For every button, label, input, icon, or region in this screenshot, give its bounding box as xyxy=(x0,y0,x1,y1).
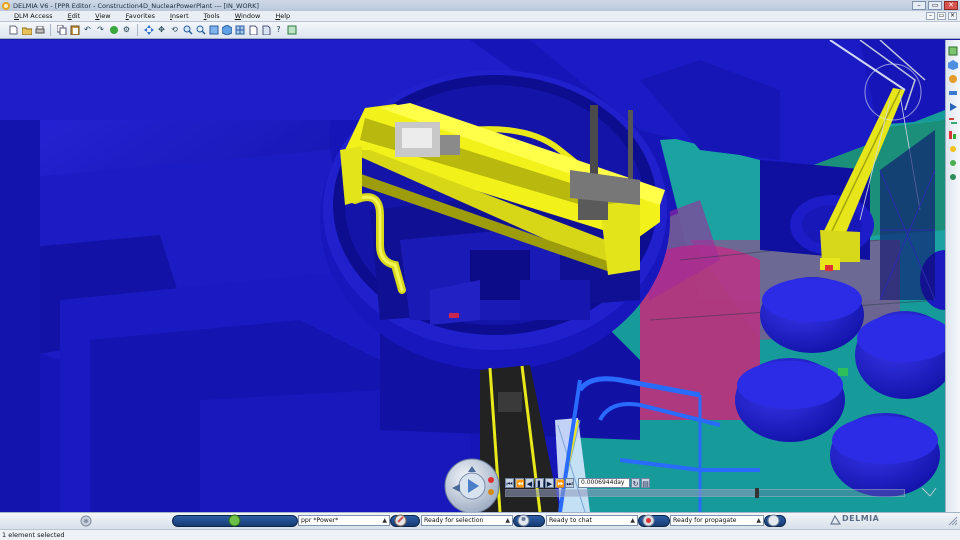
chat-icon xyxy=(517,514,530,527)
brand-label: DELMIA xyxy=(842,514,880,523)
menu-dlm-access[interactable]: DLM Access xyxy=(14,12,53,20)
play-backward-icon[interactable]: ◀ xyxy=(525,478,534,488)
timeline-thumb[interactable] xyxy=(754,488,759,498)
navigation-compass-widget[interactable] xyxy=(444,458,500,514)
zoom-in-icon[interactable] xyxy=(182,25,193,36)
selection-combo-value: Ready for selection xyxy=(424,517,484,524)
skip-to-end-icon[interactable]: ⏭ xyxy=(565,478,574,488)
standard-toolbar: ↶ ↷ ⚙ ✥ ⟲ ? xyxy=(0,22,960,39)
menu-view[interactable]: View xyxy=(95,12,110,20)
redo-icon[interactable]: ↷ xyxy=(95,25,106,36)
undo-icon[interactable]: ↶ xyxy=(82,25,93,36)
window-title: DELMIA V6 - [PPR Editor - Construction4D… xyxy=(13,1,259,10)
new-icon[interactable] xyxy=(8,25,19,36)
pause-icon[interactable]: ❚❚ xyxy=(535,478,548,488)
doc-minimize-button[interactable]: – xyxy=(926,12,935,20)
player-options-icon[interactable]: ▤ xyxy=(641,478,650,488)
status-text: 1 element selected xyxy=(2,531,65,539)
status-bar: 1 element selected xyxy=(0,529,960,540)
delmia-window: DELMIA V6 - [PPR Editor - Construction4D… xyxy=(0,0,960,540)
clash-icon[interactable] xyxy=(948,144,959,155)
step-back-icon[interactable]: ⏪ xyxy=(515,478,525,488)
zoom-out-icon[interactable] xyxy=(195,25,206,36)
hide-show-icon[interactable] xyxy=(247,25,258,36)
loop-icon[interactable]: ↻ xyxy=(631,478,640,488)
toolbar-separator xyxy=(137,24,138,36)
simulation-time-field[interactable]: 0.0006944day xyxy=(578,478,630,488)
delmia-app-icon xyxy=(2,1,10,10)
settings-icon[interactable]: ⚙ xyxy=(121,25,132,36)
document-window-controls: – ▭ × xyxy=(926,12,957,20)
ppr-globe-icon xyxy=(228,514,241,527)
compass-small-icon[interactable] xyxy=(80,515,92,527)
minimize-button[interactable]: – xyxy=(912,1,926,10)
menu-window[interactable]: Window xyxy=(235,12,261,20)
title-bar: DELMIA V6 - [PPR Editor - Construction4D… xyxy=(0,0,960,11)
copy-icon[interactable] xyxy=(56,25,67,36)
play-forward-icon[interactable]: ▶ xyxy=(545,478,554,488)
selection-icon xyxy=(394,514,407,527)
ppr-tree-icon[interactable] xyxy=(948,46,959,57)
propagate-combo-value: Ready for propagate xyxy=(673,517,737,524)
right-toolbar xyxy=(945,40,960,512)
print-icon[interactable] xyxy=(34,25,45,36)
skip-to-start-icon[interactable]: ⏮ xyxy=(505,478,514,488)
simulation-icon[interactable] xyxy=(948,102,959,113)
chat-combo-value: Ready to chat xyxy=(549,517,592,524)
ppr-combo[interactable]: ppr *Power* ▲ xyxy=(298,515,390,526)
measure-icon[interactable] xyxy=(286,25,297,36)
menu-edit[interactable]: Edit xyxy=(68,12,81,20)
rotate-icon[interactable]: ⟲ xyxy=(169,25,180,36)
toolbar-separator xyxy=(50,24,51,36)
doc-close-button[interactable]: × xyxy=(948,12,957,20)
simulation-timeline-slider[interactable] xyxy=(505,488,905,498)
check-icon[interactable] xyxy=(948,158,959,169)
chevron-up-icon: ▲ xyxy=(505,517,510,524)
link-icon[interactable] xyxy=(948,172,959,183)
resize-grip-icon[interactable] xyxy=(948,516,958,526)
close-button[interactable]: ✕ xyxy=(944,1,958,10)
chat-combo[interactable]: Ready to chat ▲ xyxy=(546,515,638,526)
refresh-icon[interactable] xyxy=(108,25,119,36)
timeline-progress xyxy=(506,490,757,496)
paste-icon[interactable] xyxy=(69,25,80,36)
resource-icon[interactable] xyxy=(948,74,959,85)
propagate-icon xyxy=(642,514,655,527)
delmia-logo-icon xyxy=(830,515,841,525)
analysis-icon[interactable] xyxy=(948,130,959,141)
product-icon[interactable] xyxy=(948,60,959,71)
ppr-combo-value: ppr *Power* xyxy=(301,517,339,524)
menu-tools[interactable]: Tools xyxy=(204,12,220,20)
plant-3d-scene xyxy=(0,40,945,512)
menu-help[interactable]: Help xyxy=(275,12,290,20)
propagate-combo[interactable]: Ready for propagate ▲ xyxy=(670,515,764,526)
chevron-up-icon: ▲ xyxy=(630,517,635,524)
iso-view-icon[interactable] xyxy=(221,25,232,36)
chevron-up-icon: ▲ xyxy=(382,517,387,524)
simulation-player: ⏮ ⏪ ◀ ❚❚ ▶ ⏩ ⏭ 0.0006944day ↻ ▤ xyxy=(505,477,650,489)
open-icon[interactable] xyxy=(21,25,32,36)
3d-viewport[interactable] xyxy=(0,40,945,512)
chevron-up-icon: ▲ xyxy=(756,517,761,524)
end-icon[interactable] xyxy=(767,514,780,527)
step-forward-icon[interactable]: ⏩ xyxy=(555,478,565,488)
window-controls: – ▭ ✕ xyxy=(912,1,958,10)
swap-visible-icon[interactable] xyxy=(260,25,271,36)
pan-icon[interactable]: ✥ xyxy=(156,25,167,36)
menu-favorites[interactable]: Favorites xyxy=(126,12,155,20)
menu-insert[interactable]: Insert xyxy=(170,12,189,20)
process-icon[interactable] xyxy=(948,88,959,99)
fit-all-icon[interactable] xyxy=(143,25,154,36)
gantt-icon[interactable] xyxy=(948,116,959,127)
render-style-icon[interactable] xyxy=(234,25,245,36)
maximize-button[interactable]: ▭ xyxy=(928,1,942,10)
selection-combo[interactable]: Ready for selection ▲ xyxy=(421,515,513,526)
help-icon[interactable]: ? xyxy=(273,25,284,36)
doc-restore-button[interactable]: ▭ xyxy=(937,12,946,20)
normal-view-icon[interactable] xyxy=(208,25,219,36)
menu-bar: DLM Access Edit View Favorites Insert To… xyxy=(0,11,960,22)
